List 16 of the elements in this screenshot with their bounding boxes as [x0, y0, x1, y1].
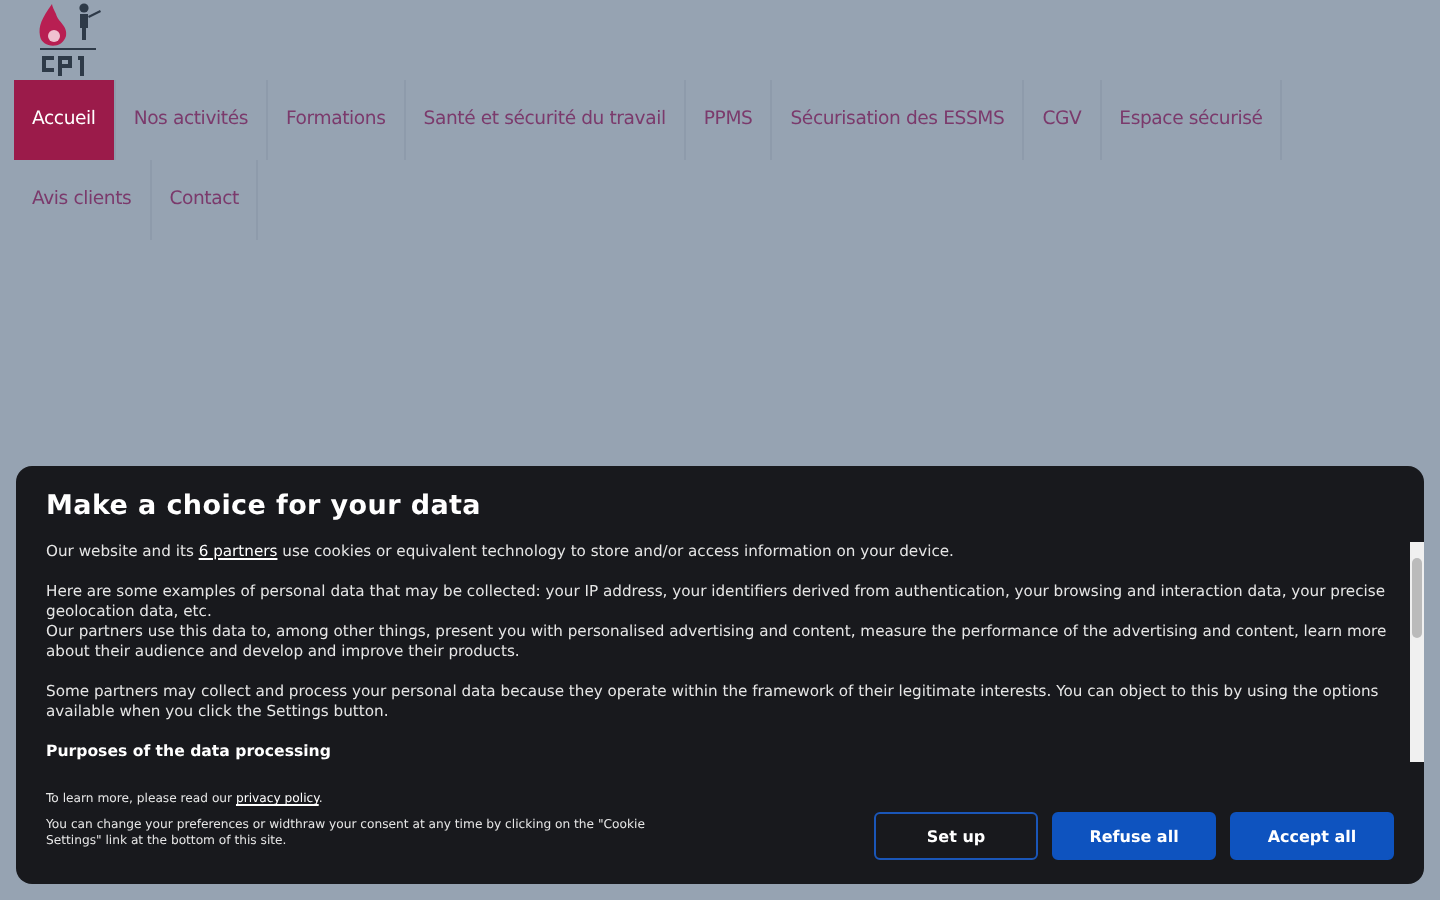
nav-link[interactable]: Espace sécurisé	[1101, 80, 1283, 160]
nav-link[interactable]: Santé et sécurité du travail	[405, 80, 686, 160]
nav-link[interactable]: PPMS	[685, 80, 773, 160]
accept-button[interactable]: Accept all	[1230, 812, 1394, 860]
scrollbar[interactable]	[1410, 542, 1424, 762]
refuse-button[interactable]: Refuse all	[1052, 812, 1216, 860]
nav-link[interactable]: Sécurisation des ESSMS	[772, 80, 1025, 160]
nav-link[interactable]: Nos activités	[115, 80, 268, 160]
nav-link[interactable]: Avis clients	[14, 160, 152, 240]
logo-icon	[34, 0, 106, 80]
nav-link[interactable]: Contact	[151, 160, 259, 240]
nav-link[interactable]: CGV	[1024, 80, 1102, 160]
nav-link[interactable]: Accueil	[14, 80, 116, 160]
nav-link[interactable]: Formations	[267, 80, 406, 160]
dialog-title: Make a choice for your data	[46, 490, 483, 522]
setup-button[interactable]: Set up	[874, 812, 1038, 860]
